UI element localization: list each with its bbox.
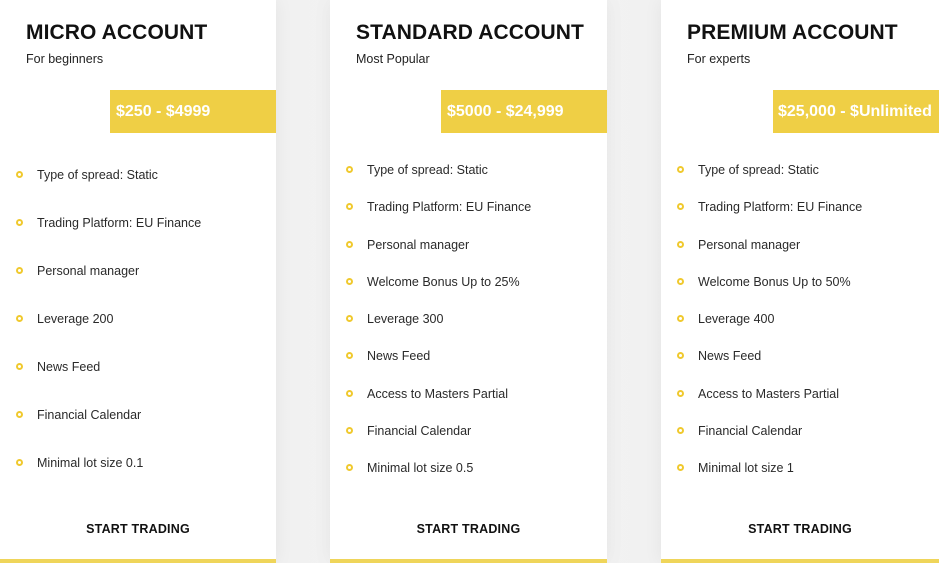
plan-card-micro: MICRO ACCOUNT For beginners $250 - $4999… [0,0,276,563]
feature-label: Welcome Bonus Up to 25% [367,274,520,289]
feature-item: Welcome Bonus Up to 25% [330,272,607,309]
feature-label: Financial Calendar [698,424,803,439]
feature-label: Minimal lot size 0.1 [37,456,144,470]
feature-item: Personal manager [0,261,276,309]
start-trading-button[interactable]: START TRADING [0,517,276,563]
plan-title: MICRO ACCOUNT [26,21,208,44]
bullet-circle-icon [677,352,684,360]
feature-list: Type of spread: Static Trading Platform: … [0,165,276,501]
pricing-section: MICRO ACCOUNT For beginners $250 - $4999… [0,0,939,563]
plan-subtitle: For experts [687,52,751,66]
feature-item: Minimal lot size 0.1 [0,453,276,501]
bullet-circle-icon [16,315,23,322]
feature-item: Minimal lot size 0.5 [330,458,607,495]
bullet-circle-icon [16,363,23,370]
bullet-circle-icon [346,464,353,472]
bullet-circle-icon [346,166,353,173]
bullet-circle-icon [16,267,23,274]
plan-subtitle: Most Popular [356,52,430,66]
feature-label: Personal manager [37,264,140,278]
bullet-circle-icon [677,315,684,323]
feature-label: Financial Calendar [37,408,142,422]
feature-item: Leverage 400 [661,309,939,346]
bullet-circle-icon [346,315,353,323]
feature-list: Type of spread: Static Trading Platform: … [661,160,939,496]
bullet-circle-icon [16,219,23,226]
feature-item: Trading Platform: EU Finance [661,197,939,234]
bullet-circle-icon [346,389,353,397]
bullet-circle-icon [677,427,684,435]
feature-item: Leverage 300 [330,309,607,346]
feature-item: Trading Platform: EU Finance [0,213,276,261]
feature-item: Type of spread: Static [661,160,939,197]
feature-item: Trading Platform: EU Finance [330,197,607,234]
feature-label: Personal manager [367,237,470,252]
bullet-circle-icon [346,240,353,248]
feature-label: Trading Platform: EU Finance [698,200,863,215]
feature-item: Financial Calendar [330,421,607,458]
feature-label: Leverage 400 [698,312,775,327]
feature-item: News Feed [0,357,276,405]
feature-label: News Feed [37,360,101,374]
feature-label: News Feed [367,349,431,364]
feature-label: Access to Masters Partial [698,386,840,401]
feature-item: Access to Masters Partial [661,384,939,421]
feature-item: Financial Calendar [661,421,939,458]
plan-title: PREMIUM ACCOUNT [687,21,898,44]
accent-underline [0,559,276,563]
bullet-circle-icon [677,464,684,472]
feature-item: News Feed [330,346,607,383]
feature-label: Minimal lot size 0.5 [367,461,474,476]
feature-item: Personal manager [330,235,607,272]
feature-item: Access to Masters Partial [330,384,607,421]
bullet-circle-icon [346,352,353,360]
bullet-circle-icon [677,203,684,211]
feature-item: Leverage 200 [0,309,276,357]
bullet-circle-icon [346,203,353,211]
feature-label: Type of spread: Static [37,168,158,182]
bullet-circle-icon [677,277,684,285]
feature-label: Trading Platform: EU Finance [37,216,202,230]
feature-list: Type of spread: Static Trading Platform: … [330,160,607,496]
price-badge: $5000 - $24,999 [441,90,607,133]
bullet-circle-icon [16,171,23,178]
feature-item: Minimal lot size 1 [661,458,939,495]
feature-label: Leverage 300 [367,312,444,327]
feature-label: Leverage 200 [37,312,114,326]
bullet-circle-icon [346,427,353,435]
price-badge: $250 - $4999 [110,90,276,133]
feature-label: Minimal lot size 1 [698,461,794,476]
feature-label: Personal manager [698,237,801,252]
feature-item: Type of spread: Static [330,160,607,197]
plan-card-standard: STANDARD ACCOUNT Most Popular $5000 - $2… [330,0,607,563]
feature-label: Access to Masters Partial [367,386,509,401]
feature-item: Personal manager [661,235,939,272]
plan-subtitle: For beginners [26,52,104,66]
feature-label: News Feed [698,349,762,364]
bullet-circle-icon [16,459,23,466]
accent-underline [330,559,607,563]
feature-label: Trading Platform: EU Finance [367,200,532,215]
feature-label: Welcome Bonus Up to 50% [698,274,851,289]
feature-label: Type of spread: Static [367,163,488,177]
bullet-circle-icon [346,277,353,285]
bullet-circle-icon [677,389,684,397]
feature-item: Welcome Bonus Up to 50% [661,272,939,309]
bullet-circle-icon [677,240,684,248]
bullet-circle-icon [16,411,23,418]
bullet-circle-icon [677,166,684,173]
start-trading-button[interactable]: START TRADING [661,517,939,563]
feature-item: News Feed [661,346,939,383]
start-trading-button[interactable]: START TRADING [330,517,607,563]
feature-item: Type of spread: Static [0,165,276,213]
accent-underline [661,559,939,563]
price-badge: $25,000 - $Unlimited [773,90,939,133]
feature-label: Financial Calendar [367,424,472,439]
plan-card-premium: PREMIUM ACCOUNT For experts $25,000 - $U… [661,0,939,563]
plan-title: STANDARD ACCOUNT [356,21,584,44]
feature-label: Type of spread: Static [698,163,819,177]
feature-item: Financial Calendar [0,405,276,453]
